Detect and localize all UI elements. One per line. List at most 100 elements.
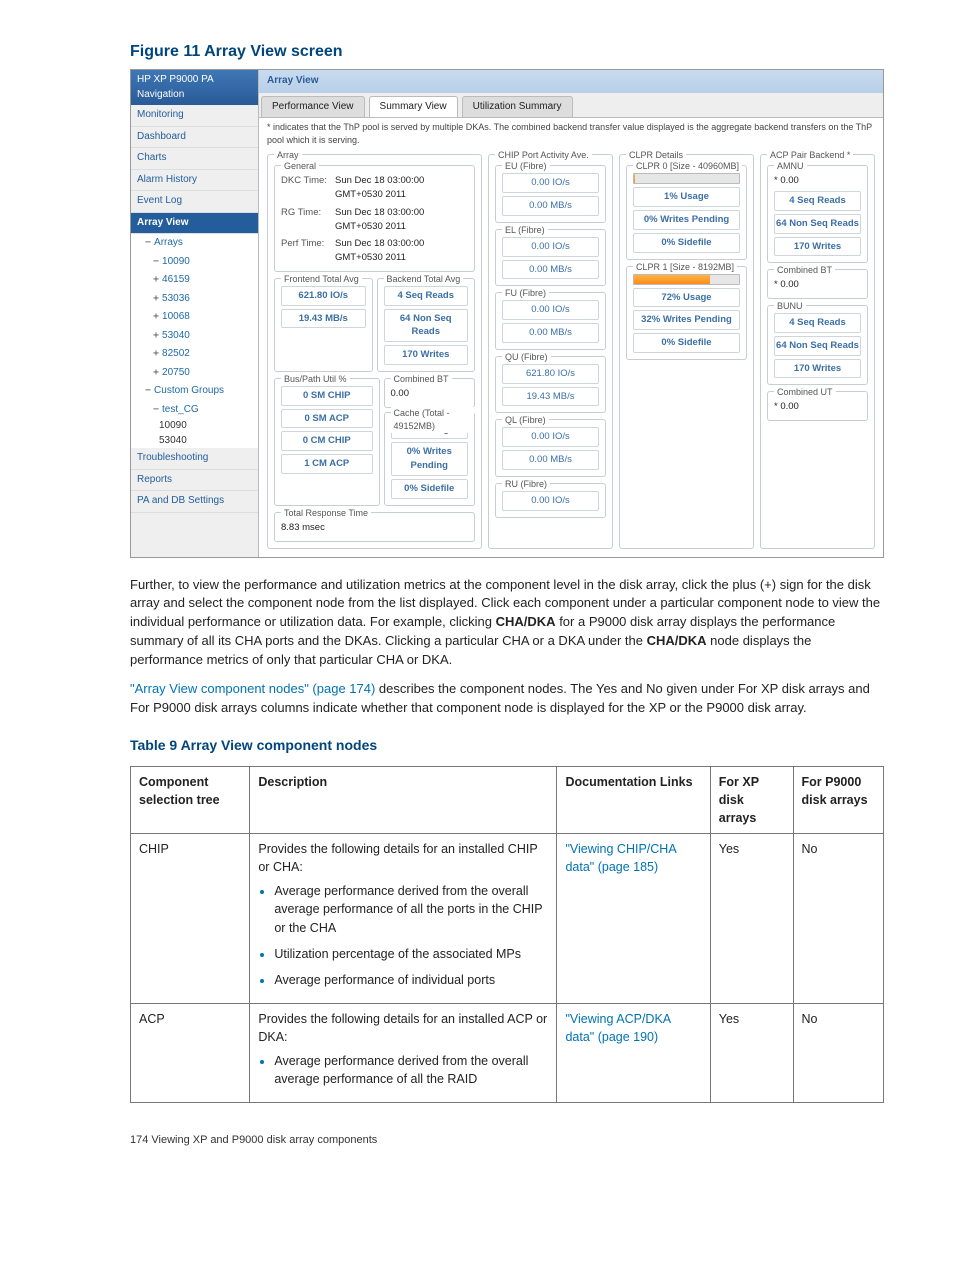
paragraph-1: Further, to view the performance and uti… bbox=[130, 576, 884, 670]
nav-item[interactable]: Event Log bbox=[131, 191, 258, 213]
port-mb: 0.00 MB/s bbox=[502, 450, 599, 470]
trt-legend: Total Response Time bbox=[281, 507, 371, 520]
nav-item[interactable]: Array View bbox=[131, 213, 258, 235]
chip-port-subgroup: EL (Fibre)0.00 IO/s0.00 MB/s bbox=[495, 229, 606, 287]
combined-bt-group: Combined BT 0.00 bbox=[384, 378, 476, 408]
clpr-subgroup: CLPR 0 [Size - 40960MB]1% Usage0% Writes… bbox=[626, 165, 747, 259]
doc-link[interactable]: "Viewing CHIP/CHA data" (page 185) bbox=[565, 842, 676, 874]
nav-custom-child[interactable]: 53040 bbox=[131, 434, 258, 449]
frontend-io: 621.80 IO/s bbox=[281, 286, 366, 306]
amnu-value: * 0.00 bbox=[774, 174, 861, 188]
backend-nonseq: 64 Non Seq Reads bbox=[384, 309, 469, 343]
array-group: Array General DKC Time:Sun Dec 18 03:00:… bbox=[267, 154, 482, 548]
tab[interactable]: Performance View bbox=[261, 96, 365, 118]
clpr-metric: 0% Sidefile bbox=[633, 233, 740, 253]
amnu-group: AMNU * 0.00 4 Seq Reads 64 Non Seq Reads… bbox=[767, 165, 868, 263]
chip-port-group: CHIP Port Activity Ave. EU (Fibre)0.00 I… bbox=[488, 154, 613, 548]
nav-custom-group-label: test_CG bbox=[162, 404, 199, 415]
nav-custom-child[interactable]: 10090 bbox=[131, 419, 258, 434]
port-io: 621.80 IO/s bbox=[502, 364, 599, 384]
tab-bar: Performance ViewSummary ViewUtilization … bbox=[259, 93, 883, 119]
bunu-seq: 4 Seq Reads bbox=[774, 313, 861, 333]
clpr-metric: 1% Usage bbox=[633, 187, 740, 207]
cell-xp: Yes bbox=[710, 834, 793, 1004]
nav-header: HP XP P9000 PA Navigation bbox=[131, 70, 258, 105]
rg-time-label: RG Time: bbox=[281, 206, 329, 234]
clpr-metric: 72% Usage bbox=[633, 288, 740, 308]
cell-description: Provides the following details for an in… bbox=[250, 834, 557, 1004]
cell-p9000: No bbox=[793, 834, 883, 1004]
perf-time-value: Sun Dec 18 03:00:00 GMT+0530 2011 bbox=[335, 237, 468, 265]
nav-array-node[interactable]: +82502 bbox=[131, 345, 258, 364]
nav-array-node[interactable]: +46159 bbox=[131, 271, 258, 290]
main-title: Array View bbox=[259, 70, 883, 93]
combined-bt-legend: Combined BT bbox=[391, 373, 452, 386]
cell-description: Provides the following details for an in… bbox=[250, 1003, 557, 1103]
port-mb: 19.43 MB/s bbox=[502, 387, 599, 407]
clpr-usage-bar bbox=[633, 274, 740, 285]
acp-combined-bt-group: Combined BT * 0.00 bbox=[767, 269, 868, 299]
cache-group: Cache (Total - 49152MB) 12% Usage 0% Wri… bbox=[384, 412, 476, 506]
bunu-legend: BUNU bbox=[774, 300, 806, 313]
paragraph-2: "Array View component nodes" (page 174) … bbox=[130, 680, 884, 718]
acp-cbt-legend: Combined BT bbox=[774, 264, 835, 277]
nav-bottom-item[interactable]: PA and DB Settings bbox=[131, 491, 258, 513]
table-row: ACPProvides the following details for an… bbox=[131, 1003, 884, 1103]
acp-pair-group: ACP Pair Backend * AMNU * 0.00 4 Seq Rea… bbox=[760, 154, 875, 548]
cut-legend: Combined UT bbox=[774, 386, 836, 399]
nav-item[interactable]: Charts bbox=[131, 148, 258, 170]
total-response-time-group: Total Response Time 8.83 msec bbox=[274, 512, 475, 542]
tab[interactable]: Summary View bbox=[369, 96, 458, 118]
nav-item[interactable]: Dashboard bbox=[131, 127, 258, 149]
combined-bt-value: 0.00 bbox=[391, 387, 469, 401]
nav-item[interactable]: Monitoring bbox=[131, 105, 258, 127]
nav-custom-root[interactable]: −Custom Groups bbox=[131, 382, 258, 401]
nav-bottom-item[interactable]: Reports bbox=[131, 470, 258, 492]
nav-bottom-item[interactable]: Troubleshooting bbox=[131, 448, 258, 470]
cell-component: CHIP bbox=[131, 834, 250, 1004]
backend-writes: 170 Writes bbox=[384, 345, 469, 365]
nav-item[interactable]: Alarm History bbox=[131, 170, 258, 192]
port-io: 0.00 IO/s bbox=[502, 173, 599, 193]
tab[interactable]: Utilization Summary bbox=[462, 96, 573, 118]
nav-array-node[interactable]: +10068 bbox=[131, 308, 258, 327]
doc-link[interactable]: "Viewing ACP/DKA data" (page 190) bbox=[565, 1012, 670, 1044]
component-nodes-table: Component selection treeDescriptionDocum… bbox=[130, 766, 884, 1104]
buspath-group: Bus/Path Util % 0 SM CHIP 0 SM ACP 0 CM … bbox=[274, 378, 380, 506]
cell-doclink: "Viewing CHIP/CHA data" (page 185) bbox=[557, 834, 710, 1004]
thp-warning: * indicates that the ThP pool is served … bbox=[259, 118, 883, 150]
buspath-cmchip: 0 CM CHIP bbox=[281, 431, 373, 451]
backend-legend: Backend Total Avg bbox=[384, 273, 464, 286]
cell-xp: Yes bbox=[710, 1003, 793, 1103]
clpr-metric: 32% Writes Pending bbox=[633, 310, 740, 330]
array-view-link[interactable]: "Array View component nodes" (page 174) bbox=[130, 681, 375, 696]
cell-component: ACP bbox=[131, 1003, 250, 1103]
amnu-writes: 170 Writes bbox=[774, 237, 861, 257]
nav-arrays-root[interactable]: −Arrays bbox=[131, 234, 258, 253]
chip-port-subgroup: RU (Fibre)0.00 IO/s bbox=[495, 483, 606, 518]
nav-array-node[interactable]: −10090 bbox=[131, 253, 258, 272]
list-item: Utilization percentage of the associated… bbox=[274, 945, 548, 963]
trt-value: 8.83 msec bbox=[281, 521, 468, 535]
port-mb: 0.00 MB/s bbox=[502, 196, 599, 216]
clpr-metric: 0% Writes Pending bbox=[633, 210, 740, 230]
chip-port-subgroup: QL (Fibre)0.00 IO/s0.00 MB/s bbox=[495, 419, 606, 477]
frontend-legend: Frontend Total Avg bbox=[281, 273, 362, 286]
backend-avg-group: Backend Total Avg 4 Seq Reads 64 Non Seq… bbox=[377, 278, 476, 372]
amnu-legend: AMNU bbox=[774, 160, 807, 173]
nav-array-node[interactable]: +20750 bbox=[131, 364, 258, 383]
p1d: CHA/DKA bbox=[647, 633, 707, 648]
nav-array-node[interactable]: +53036 bbox=[131, 290, 258, 309]
port-io: 0.00 IO/s bbox=[502, 491, 599, 511]
page-footer: 174 Viewing XP and P9000 disk array comp… bbox=[130, 1133, 884, 1149]
app-screenshot: HP XP P9000 PA Navigation MonitoringDash… bbox=[130, 69, 884, 557]
port-io: 0.00 IO/s bbox=[502, 237, 599, 257]
nav-array-node[interactable]: +53040 bbox=[131, 327, 258, 346]
rg-time-value: Sun Dec 18 03:00:00 GMT+0530 2011 bbox=[335, 206, 468, 234]
buspath-smchip: 0 SM CHIP bbox=[281, 386, 373, 406]
nav-custom-group[interactable]: −test_CG bbox=[131, 401, 258, 420]
clpr-usage-bar bbox=[633, 173, 740, 184]
list-item: Average performance derived from the ove… bbox=[274, 882, 548, 936]
p1b: CHA/DKA bbox=[496, 614, 556, 629]
table-header: For XP disk arrays bbox=[710, 766, 793, 833]
